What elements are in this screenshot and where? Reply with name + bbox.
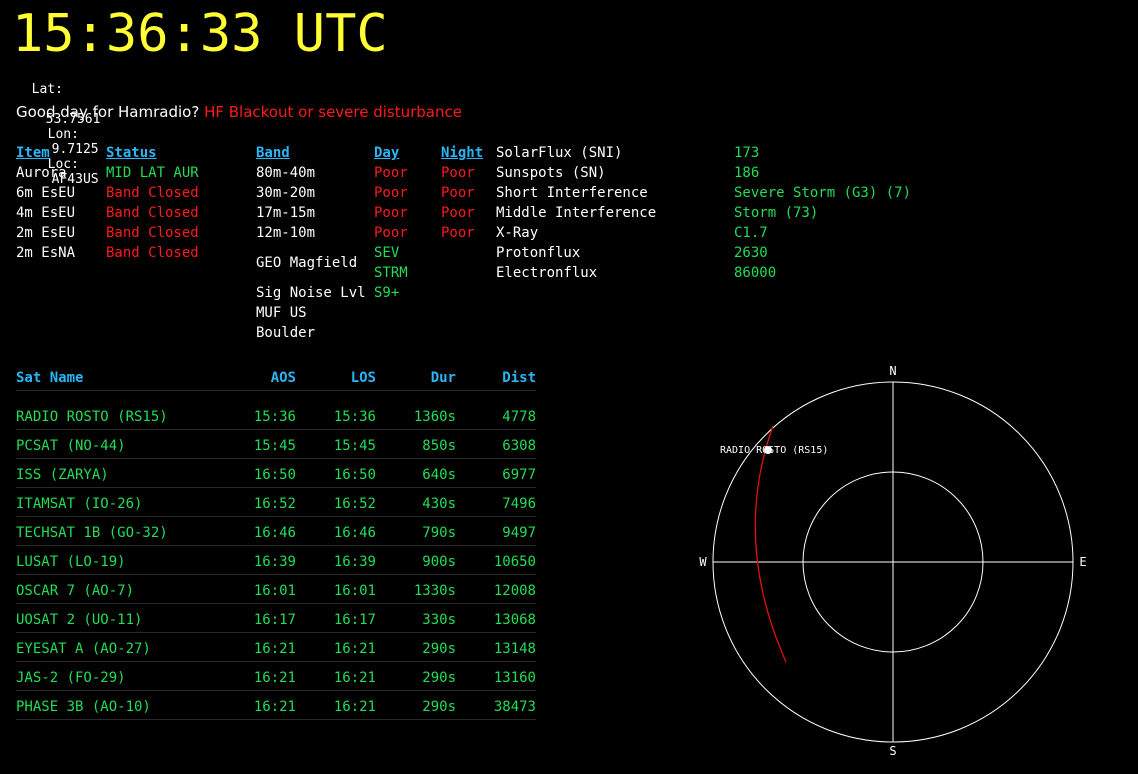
west-label: W [699,555,707,569]
satellite-label: RADIO ROSTO (RS15) [720,445,828,456]
polar-plot: N S E W RADIO ROSTO (RS15) [699,364,1086,758]
east-label: E [1079,555,1086,569]
north-label: N [889,364,896,378]
satellite-track [754,425,787,663]
south-label: S [889,744,896,758]
